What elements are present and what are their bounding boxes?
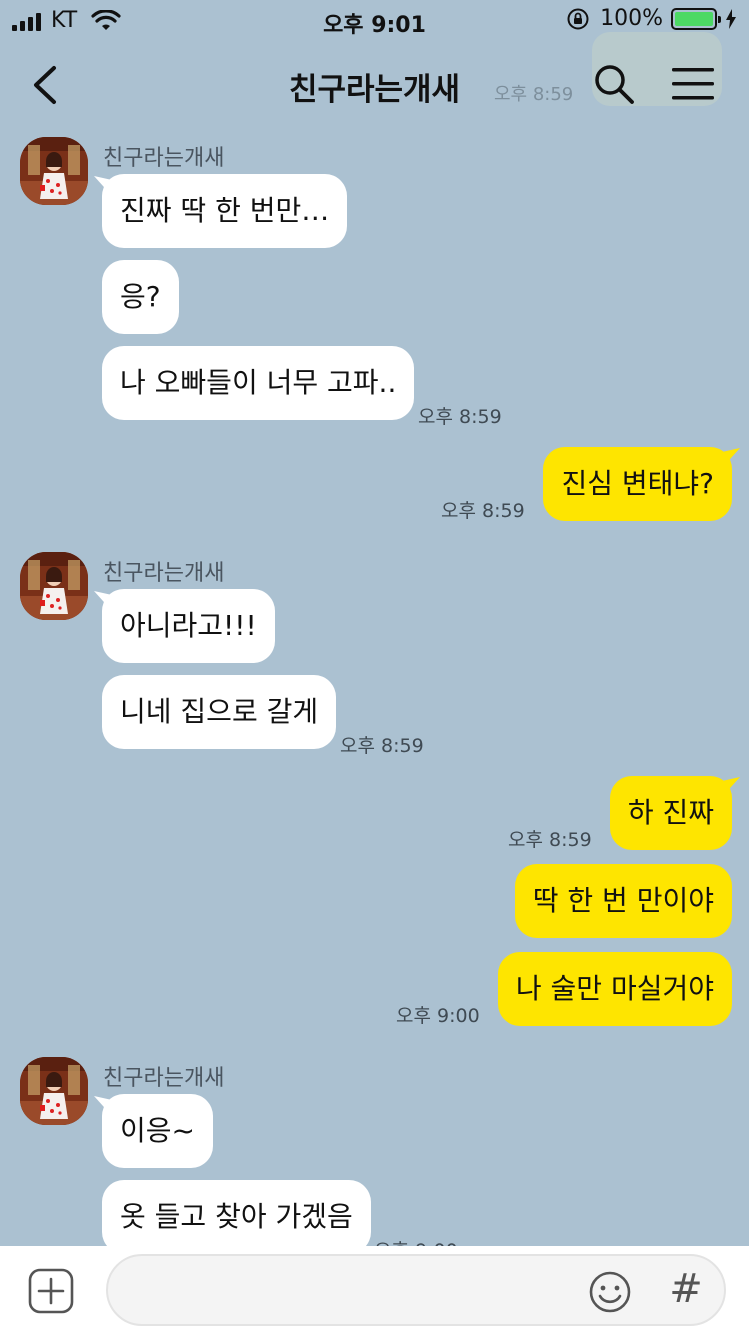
message-input-field[interactable] (106, 1254, 726, 1326)
message-timestamp: 오후 8:59 (418, 406, 502, 428)
search-icon[interactable] (592, 62, 636, 106)
rotation-lock-icon (567, 8, 589, 29)
incoming-message-bubble[interactable]: 옷 들고 찾아 가겠음 (102, 1180, 371, 1254)
message-input[interactable] (132, 1256, 592, 1324)
sender-avatar[interactable] (20, 552, 88, 620)
sender-avatar[interactable] (20, 137, 88, 205)
incoming-message-bubble[interactable]: 니네 집으로 갈게 (102, 675, 337, 749)
emoticon-icon[interactable] (588, 1270, 632, 1314)
plus-icon[interactable] (28, 1268, 74, 1314)
incoming-message-bubble[interactable]: 이응~ (102, 1094, 213, 1168)
incoming-message-bubble[interactable]: 응? (102, 260, 179, 334)
outgoing-message-bubble[interactable]: 진심 변태냐? (543, 447, 732, 521)
menu-icon[interactable] (670, 66, 716, 102)
outgoing-message-bubble[interactable]: 나 술만 마실거야 (497, 952, 732, 1026)
hash-tag-button[interactable]: # (664, 1264, 708, 1314)
message-timestamp: 오후 8:59 (508, 829, 592, 851)
charging-bolt-icon (726, 8, 736, 29)
chat-header: 친구라는개새 (0, 40, 749, 128)
message-timestamp: 오후 8:59 (441, 500, 525, 522)
chat-title: 친구라는개새 (288, 72, 461, 108)
incoming-message-bubble[interactable]: 진짜 딱 한 번만… (102, 174, 348, 248)
message-timestamp: 오후 8:59 (340, 735, 424, 757)
incoming-message-bubble[interactable]: 아니라고!!! (102, 589, 275, 663)
sender-name: 친구라는개새 (103, 146, 225, 171)
incoming-message-bubble[interactable]: 나 오빠들이 너무 고파.. (102, 346, 415, 420)
message-input-bar: # (0, 1246, 749, 1334)
outgoing-message-bubble[interactable]: 하 진짜 (609, 776, 732, 850)
battery-icon (671, 7, 721, 30)
battery-percent: 100% (600, 6, 663, 31)
message-timestamp: 오후 9:00 (396, 1005, 480, 1027)
sender-name: 친구라는개새 (103, 1066, 225, 1091)
sender-avatar[interactable] (20, 1057, 88, 1125)
outgoing-message-bubble[interactable]: 딱 한 번 만이야 (514, 864, 732, 938)
sender-name: 친구라는개새 (103, 561, 225, 586)
